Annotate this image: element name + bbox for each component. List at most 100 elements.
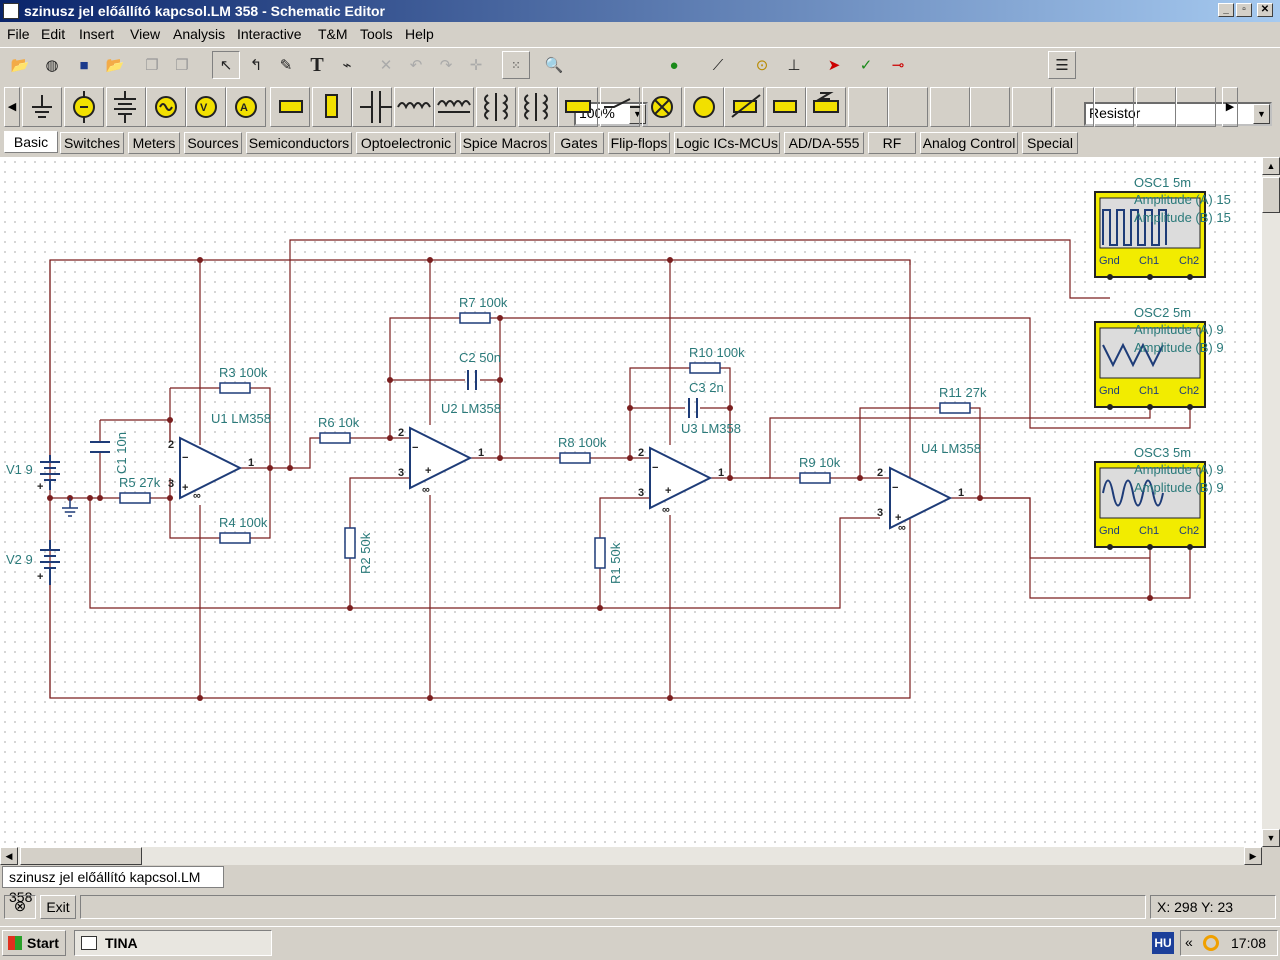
close-button[interactable]: ✕ bbox=[1257, 3, 1273, 17]
pencil-icon[interactable]: ✎ bbox=[272, 51, 300, 79]
u4-minus-sign: − bbox=[892, 482, 898, 494]
tina-app-icon bbox=[81, 936, 97, 950]
start-label: Start bbox=[27, 935, 59, 951]
probe-icon[interactable]: ⟋ bbox=[704, 51, 732, 79]
menu-analysis[interactable]: Analysis bbox=[173, 26, 225, 42]
tab-gates[interactable]: Gates bbox=[554, 132, 604, 154]
tester-icon[interactable]: ✓ bbox=[852, 51, 880, 79]
v1-plus-sign: + bbox=[37, 481, 43, 493]
save-icon[interactable]: ■ bbox=[70, 51, 98, 79]
vertical-scrollbar[interactable]: ▲ ▼ bbox=[1262, 157, 1280, 847]
wire-tool-icon[interactable]: ↰ bbox=[242, 51, 270, 79]
tab-ad-da-555[interactable]: AD/DA-555 bbox=[784, 132, 864, 154]
tab-analog-control[interactable]: Analog Control bbox=[920, 132, 1018, 154]
clock: 17:08 bbox=[1231, 935, 1267, 951]
redo-icon[interactable]: ↷ bbox=[432, 51, 460, 79]
start-button[interactable]: Start bbox=[2, 930, 66, 956]
voltage-probe-icon[interactable]: ⊙ bbox=[748, 51, 776, 79]
main-toolbar: 📂 ◍ ■ 📂 ❐ ❐ ↖ ↰ ✎ T ⌁ ✕ ↶ ↷ ✛ ⁙ 🔍 100% ▼… bbox=[0, 47, 1280, 126]
tab-meters[interactable]: Meters bbox=[128, 132, 180, 154]
delete-icon[interactable]: ✕ bbox=[372, 51, 400, 79]
menu-help[interactable]: Help bbox=[405, 26, 434, 42]
u1-label: U1 LM358 bbox=[211, 411, 271, 426]
menu-file[interactable]: File bbox=[7, 26, 30, 42]
r4-label: R4 100k bbox=[219, 515, 268, 530]
task-button-tina[interactable]: TINA bbox=[74, 930, 272, 956]
u4-label: U4 LM358 bbox=[921, 441, 981, 456]
open-folder-icon[interactable]: 📂 bbox=[6, 51, 34, 79]
select-arrow-icon[interactable]: ↖ bbox=[212, 51, 240, 79]
c3-label: C3 2n bbox=[689, 380, 724, 395]
undo-icon[interactable]: ↶ bbox=[402, 51, 430, 79]
document-tab[interactable]: szinusz jel előállító kapcsol.LM 358 bbox=[2, 866, 224, 905]
text-tool-icon[interactable]: T bbox=[303, 51, 331, 79]
menu-view[interactable]: View bbox=[130, 26, 160, 42]
minimize-button[interactable]: _ bbox=[1218, 3, 1234, 17]
open-web-icon[interactable]: ◍ bbox=[38, 51, 66, 79]
app-icon[interactable] bbox=[3, 3, 19, 19]
osc2-ch1: Ch1 bbox=[1139, 385, 1159, 397]
restore-button[interactable]: ▫ bbox=[1236, 3, 1252, 17]
tray-expand-icon[interactable]: « bbox=[1185, 934, 1193, 950]
windows-logo-icon bbox=[8, 936, 22, 950]
u3-inf-sign: ∞ bbox=[662, 504, 670, 516]
tab-spice-macros[interactable]: Spice Macros bbox=[460, 132, 550, 154]
copy-icon[interactable]: ❐ bbox=[138, 51, 166, 79]
switch-meter-icon[interactable]: ⊥ bbox=[780, 51, 808, 79]
osc2-amp-a: Amplitude (A) 9 bbox=[1134, 322, 1224, 337]
u2-pin3: 3 bbox=[398, 467, 404, 479]
exit-button[interactable]: Exit bbox=[40, 895, 76, 919]
menu-insert[interactable]: Insert bbox=[79, 26, 114, 42]
status-bar: ⊗ Exit X: 298 Y: 23 bbox=[0, 893, 1280, 921]
paste-icon[interactable]: ❐ bbox=[168, 51, 196, 79]
u2-pin2: 2 bbox=[398, 427, 404, 439]
osc1-amp-b: Amplitude (B) 15 bbox=[1134, 210, 1231, 225]
u2-label: U2 LM358 bbox=[441, 401, 501, 416]
r9-label: R9 10k bbox=[799, 455, 841, 470]
transient-analysis-icon[interactable]: ● bbox=[660, 51, 688, 79]
formula-icon[interactable]: ⌁ bbox=[333, 51, 361, 79]
vertical-scroll-thumb[interactable] bbox=[1262, 177, 1280, 213]
zoom-icon[interactable]: 🔍 bbox=[540, 51, 568, 79]
tray-app-icon[interactable] bbox=[1203, 935, 1219, 951]
tab-special[interactable]: Special bbox=[1022, 132, 1078, 154]
tab-semiconductors[interactable]: Semiconductors bbox=[246, 132, 352, 154]
circuit-status-icon[interactable]: ⊗ bbox=[4, 895, 36, 919]
scroll-right-icon[interactable]: ▶ bbox=[1244, 847, 1262, 865]
r2-label: R2 50k bbox=[358, 532, 373, 574]
u4-pin2: 2 bbox=[877, 467, 883, 479]
component-select-icon[interactable]: ☰ bbox=[1048, 51, 1076, 79]
svg-text:A: A bbox=[240, 102, 248, 114]
tab-logic-ics[interactable]: Logic ICs-MCUs bbox=[674, 132, 780, 154]
tab-switches[interactable]: Switches bbox=[60, 132, 124, 154]
palette-right-arrow-icon[interactable]: ▶ bbox=[1222, 87, 1238, 127]
osc3-ch1: Ch1 bbox=[1139, 525, 1159, 537]
grid-icon[interactable]: ⁙ bbox=[502, 51, 530, 79]
taskbar: Start TINA HU « 17:08 bbox=[0, 926, 1280, 960]
tab-flip-flops[interactable]: Flip-flops bbox=[608, 132, 670, 154]
junction-icon[interactable]: ✛ bbox=[462, 51, 490, 79]
menu-tools[interactable]: Tools bbox=[360, 26, 393, 42]
r11-label: R11 27k bbox=[939, 385, 987, 400]
menu-edit[interactable]: Edit bbox=[41, 26, 65, 42]
tab-rf[interactable]: RF bbox=[868, 132, 916, 154]
tab-sources[interactable]: Sources bbox=[184, 132, 242, 154]
scroll-left-icon[interactable]: ◀ bbox=[0, 847, 18, 865]
palette-slot bbox=[970, 87, 1010, 127]
schematic-canvas[interactable]: R3 100k R4 100k R5 27k R6 10k R7 100k R8… bbox=[0, 157, 1262, 847]
osc3-amp-a: Amplitude (A) 9 bbox=[1134, 462, 1224, 477]
oscilloscopes bbox=[1094, 191, 1206, 550]
horizontal-scrollbar[interactable]: ◀ ▶ bbox=[0, 847, 1262, 865]
open-project-icon[interactable]: 📂 bbox=[101, 51, 129, 79]
horizontal-scroll-thumb[interactable] bbox=[20, 847, 142, 865]
tab-optoelectronic[interactable]: Optoelectronic bbox=[356, 132, 456, 154]
osc3-name: OSC3 5m bbox=[1134, 445, 1191, 460]
led-icon[interactable]: ➤ bbox=[820, 51, 848, 79]
tab-basic[interactable]: Basic bbox=[4, 131, 58, 153]
menu-tm[interactable]: T&M bbox=[318, 26, 348, 42]
menu-interactive[interactable]: Interactive bbox=[237, 26, 302, 42]
language-indicator[interactable]: HU bbox=[1152, 932, 1174, 954]
scroll-up-icon[interactable]: ▲ bbox=[1262, 157, 1280, 175]
indicator-icon[interactable]: ⊸ bbox=[884, 51, 912, 79]
scroll-down-icon[interactable]: ▼ bbox=[1262, 829, 1280, 847]
